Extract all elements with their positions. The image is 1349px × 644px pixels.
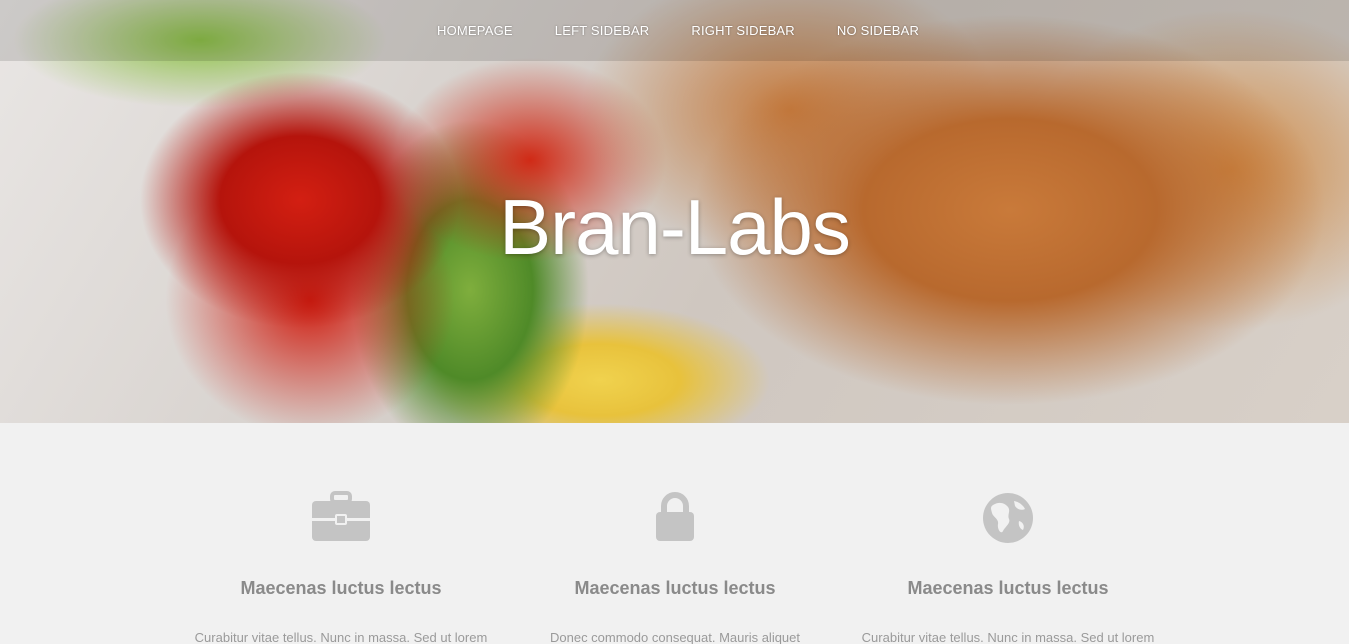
top-navbar: HOMEPAGE LEFT SIDEBAR RIGHT SIDEBAR NO S… bbox=[0, 0, 1349, 61]
feature-text: Donec commodo consequat. Mauris aliquet bbox=[549, 630, 801, 644]
nav-item-homepage[interactable]: HOMEPAGE bbox=[437, 23, 513, 38]
feature-text: Curabitur vitae tellus. Nunc in massa. S… bbox=[194, 630, 488, 644]
feature-title: Maecenas luctus lectus bbox=[240, 578, 442, 598]
feature-title: Maecenas luctus lectus bbox=[574, 578, 776, 598]
nav-menu: HOMEPAGE LEFT SIDEBAR RIGHT SIDEBAR NO S… bbox=[437, 23, 961, 38]
feature-title: Maecenas luctus lectus bbox=[907, 578, 1109, 598]
site-title: Bran-Labs bbox=[499, 183, 851, 271]
nav-item-right-sidebar[interactable]: RIGHT SIDEBAR bbox=[691, 23, 795, 38]
nav-item-no-sidebar[interactable]: NO SIDEBAR bbox=[837, 23, 919, 38]
briefcase-icon bbox=[310, 491, 372, 548]
feature-text: Curabitur vitae tellus. Nunc in massa. S… bbox=[861, 630, 1155, 644]
features-section: Maecenas luctus lectus Curabitur vitae t… bbox=[0, 423, 1349, 644]
lock-icon bbox=[655, 491, 695, 548]
nav-item-left-sidebar[interactable]: LEFT SIDEBAR bbox=[555, 23, 650, 38]
globe-icon bbox=[981, 491, 1035, 550]
hero-banner: HOMEPAGE LEFT SIDEBAR RIGHT SIDEBAR NO S… bbox=[0, 0, 1349, 423]
